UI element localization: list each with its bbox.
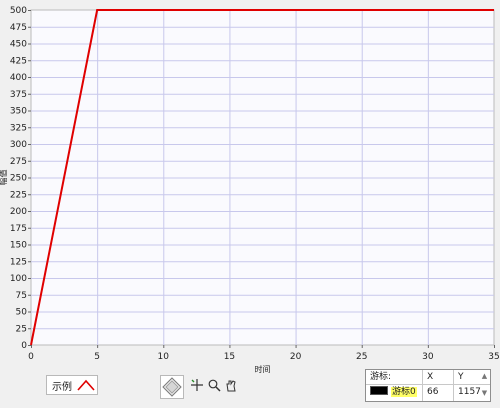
scroll-up-icon[interactable]: ▲	[480, 372, 489, 381]
cursor-name[interactable]: 游标0	[391, 387, 417, 397]
cursor-legend[interactable]: 游标: X Y 游标0 66 1157 ▲ ▼	[365, 369, 491, 402]
y-tick-label: 175	[10, 224, 27, 234]
cursor-x-value[interactable]: 66	[427, 385, 438, 399]
y-tick-label: 125	[10, 257, 27, 267]
y-tick-label: 200	[10, 207, 27, 217]
x-tick-label: 10	[158, 352, 170, 362]
y-tick-label: 250	[10, 174, 27, 184]
x-axis-title: 时间	[255, 364, 271, 374]
cursor-legend-header-y: Y	[458, 372, 464, 382]
x-tick-label: 15	[224, 352, 235, 362]
cursor-legend-header-x: X	[427, 372, 434, 382]
y-tick-label: 225	[10, 190, 27, 200]
y-tick-label: 50	[16, 308, 28, 318]
x-tick-label: 5	[94, 352, 100, 362]
graph-palette	[160, 375, 240, 399]
y-tick-label: 400	[10, 73, 27, 83]
y-tick-label: 350	[10, 107, 27, 117]
magnifier-zoom-icon[interactable]	[207, 378, 221, 392]
cursor-legend-col-divider-2	[453, 370, 454, 401]
waveform-graph[interactable]: 0255075100125150175200225250275300325350…	[0, 0, 500, 408]
y-tick-label: 25	[16, 324, 27, 334]
y-tick-label: 325	[10, 123, 27, 133]
x-tick-label: 30	[422, 352, 434, 362]
y-tick-label: 300	[10, 140, 27, 150]
cursor-y-value[interactable]: 1157	[458, 385, 481, 399]
y-tick-label: 375	[10, 90, 27, 100]
y-tick-label: 275	[10, 157, 27, 167]
y-tick-label: 0	[21, 341, 27, 351]
y-tick-label: 75	[16, 291, 27, 301]
grid	[31, 10, 494, 345]
hand-pan-icon[interactable]	[224, 378, 238, 392]
y-tick-label: 500	[10, 6, 27, 16]
y-tick-label: 450	[10, 40, 27, 50]
x-tick-label: 0	[28, 352, 34, 362]
diamond-zoom-icon[interactable]	[160, 375, 184, 399]
y-tick-label: 150	[10, 241, 27, 251]
x-tick-label: 35	[488, 352, 499, 362]
cursor-legend-col-divider-1	[422, 370, 423, 401]
x-tick-label: 25	[356, 352, 367, 362]
legend-label: 示例	[52, 381, 72, 393]
cursor-color-swatch-icon[interactable]	[370, 386, 388, 395]
y-axis-title: 幅值	[0, 170, 8, 186]
scroll-down-icon[interactable]: ▼	[480, 389, 489, 398]
cursor-row-name-cell[interactable]: 游标0	[370, 385, 417, 399]
cursor-legend-header-name: 游标:	[370, 372, 392, 382]
plot-legend[interactable]: 示例	[46, 375, 98, 395]
y-tick-label: 100	[10, 274, 27, 284]
crosshair-icon[interactable]	[190, 378, 204, 392]
red-line-swatch-icon	[77, 379, 95, 391]
y-tick-label: 475	[10, 23, 27, 33]
y-tick-label: 425	[10, 56, 27, 66]
x-tick-label: 20	[290, 352, 302, 362]
